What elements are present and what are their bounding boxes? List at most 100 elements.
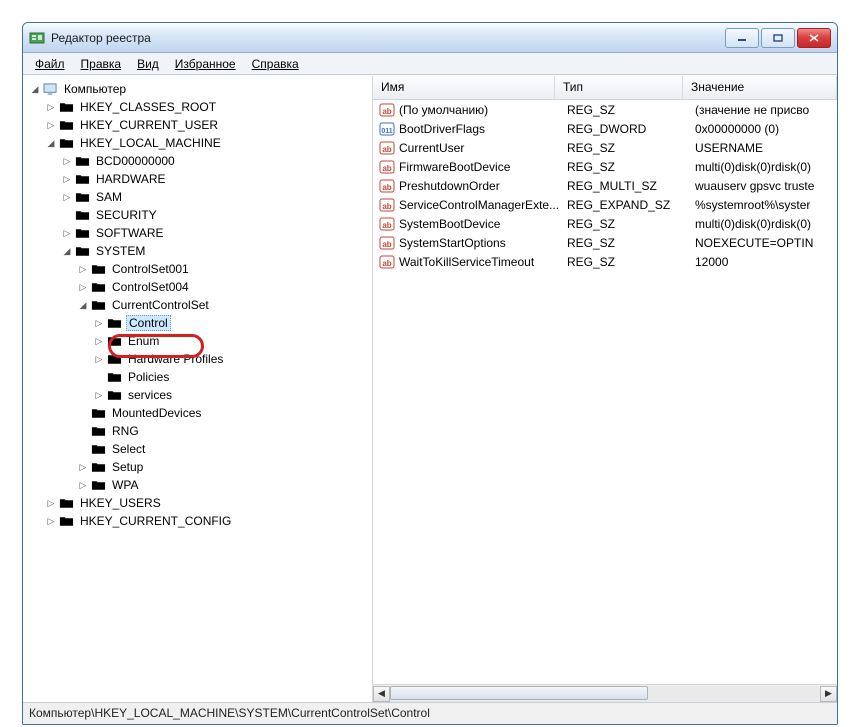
tree-cs004[interactable]: ▷ControlSet004	[77, 278, 372, 296]
expand-icon[interactable]: ▷	[93, 389, 105, 401]
expand-icon[interactable]: ▷	[45, 101, 57, 113]
value-type: REG_EXPAND_SZ	[567, 198, 695, 212]
tree-pane[interactable]: ◢Компьютер ▷HKEY_CLASSES_ROOT ▷HKEY_CURR…	[23, 76, 373, 702]
svg-text:ab: ab	[382, 145, 391, 154]
folder-icon	[106, 334, 122, 348]
tree-hardware[interactable]: ▷HARDWARE	[61, 170, 372, 188]
tree-control[interactable]: ▷Control	[93, 314, 372, 332]
value-row[interactable]: abFirmwareBootDeviceREG_SZmulti(0)disk(0…	[373, 157, 837, 176]
value-list[interactable]: ab (По умолчанию) REG_SZ (значение не присв…	[373, 100, 837, 684]
list-pane: Имя Тип Значение ab (По умолчанию) REG_SZ (…	[373, 76, 837, 702]
folder-icon	[90, 460, 106, 474]
tree-hwprof[interactable]: ▷Hardware Profiles	[93, 350, 372, 368]
expand-icon[interactable]: ▷	[61, 191, 73, 203]
col-value[interactable]: Значение	[683, 76, 837, 99]
value-row[interactable]: abSystemBootDeviceREG_SZmulti(0)disk(0)r…	[373, 214, 837, 233]
folder-icon	[90, 280, 106, 294]
value-row[interactable]: abCurrentUserREG_SZUSERNAME	[373, 138, 837, 157]
tree-hkcc[interactable]: ▷HKEY_CURRENT_CONFIG	[45, 512, 372, 530]
value-name: CurrentUser	[399, 141, 567, 155]
folder-icon	[106, 388, 122, 402]
expand-icon[interactable]: ▷	[93, 335, 105, 347]
folder-icon	[90, 262, 106, 276]
tree-hkcr[interactable]: ▷HKEY_CLASSES_ROOT	[45, 98, 372, 116]
folder-icon	[74, 172, 90, 186]
tree-services[interactable]: ▷services	[93, 386, 372, 404]
value-name: (По умолчанию)	[399, 103, 567, 117]
svg-text:ab: ab	[382, 164, 391, 173]
tree-mounted[interactable]: MountedDevices	[77, 404, 372, 422]
value-row[interactable]: abPreshutdownOrderREG_MULTI_SZwuauserv g…	[373, 176, 837, 195]
value-type: REG_SZ	[567, 141, 695, 155]
collapse-icon[interactable]: ◢	[77, 299, 89, 311]
scroll-right-icon[interactable]: ▶	[820, 686, 837, 702]
folder-icon	[58, 514, 74, 528]
tree-wpa[interactable]: ▷WPA	[77, 476, 372, 494]
value-type: REG_SZ	[567, 255, 695, 269]
col-type[interactable]: Тип	[555, 76, 683, 99]
tree-hku[interactable]: ▷HKEY_USERS	[45, 494, 372, 512]
tree-policies[interactable]: Policies	[93, 368, 372, 386]
tree-hkcu[interactable]: ▷HKEY_CURRENT_USER	[45, 116, 372, 134]
value-name: SystemStartOptions	[399, 236, 567, 250]
tree-root[interactable]: ◢Компьютер	[29, 80, 372, 98]
value-row[interactable]: abServiceControlManagerExte...REG_EXPAND…	[373, 195, 837, 214]
string-icon: ab	[379, 235, 395, 251]
expand-icon[interactable]: ▷	[61, 173, 73, 185]
expand-icon[interactable]: ▷	[93, 353, 105, 365]
client-area: ◢Компьютер ▷HKEY_CLASSES_ROOT ▷HKEY_CURR…	[23, 75, 837, 702]
scroll-thumb[interactable]	[390, 686, 648, 700]
expand-icon[interactable]: ▷	[93, 317, 105, 329]
value-row[interactable]: ab(По умолчанию)REG_SZ(значение не присв…	[373, 100, 837, 119]
tree-rng[interactable]: RNG	[77, 422, 372, 440]
value-row[interactable]: 011BootDriverFlagsREG_DWORD0x00000000 (0…	[373, 119, 837, 138]
menu-favorites[interactable]: Избранное	[167, 55, 244, 73]
value-row[interactable]: abWaitToKillServiceTimeoutREG_SZ12000	[373, 252, 837, 271]
collapse-icon[interactable]: ◢	[29, 83, 41, 95]
titlebar[interactable]: Редактор реестра	[23, 23, 837, 53]
tree-system[interactable]: ◢SYSTEM	[61, 242, 372, 260]
value-name: BootDriverFlags	[399, 122, 567, 136]
value-data: multi(0)disk(0)rdisk(0)	[695, 160, 837, 174]
expand-icon[interactable]: ▷	[77, 461, 89, 473]
collapse-icon[interactable]: ◢	[45, 137, 57, 149]
expand-icon[interactable]: ▷	[45, 515, 57, 527]
menu-edit[interactable]: Правка	[73, 55, 130, 73]
value-data: (значение не присво	[695, 103, 837, 117]
expand-icon[interactable]: ▷	[77, 479, 89, 491]
maximize-button[interactable]	[761, 28, 795, 48]
menu-file[interactable]: Файл	[27, 55, 73, 73]
collapse-icon[interactable]: ◢	[61, 245, 73, 257]
tree-hklm[interactable]: ◢HKEY_LOCAL_MACHINE	[45, 134, 372, 152]
tree-software[interactable]: ▷SOFTWARE	[61, 224, 372, 242]
expand-icon[interactable]: ▷	[45, 497, 57, 509]
tree-select[interactable]: Select	[77, 440, 372, 458]
folder-icon	[58, 118, 74, 132]
col-name[interactable]: Имя	[373, 76, 555, 99]
horizontal-scrollbar[interactable]: ◀ ▶	[373, 684, 837, 702]
menubar: Файл Правка Вид Избранное Справка	[23, 53, 837, 75]
folder-icon	[58, 100, 74, 114]
value-row[interactable]: abSystemStartOptionsREG_SZ NOEXECUTE=OPT…	[373, 233, 837, 252]
menu-help[interactable]: Справка	[244, 55, 307, 73]
svg-text:ab: ab	[382, 107, 391, 116]
close-button[interactable]	[797, 28, 831, 48]
tree-setup[interactable]: ▷Setup	[77, 458, 372, 476]
scroll-left-icon[interactable]: ◀	[373, 686, 390, 702]
expand-icon[interactable]: ▷	[77, 281, 89, 293]
expand-icon[interactable]: ▷	[61, 227, 73, 239]
expand-icon[interactable]: ▷	[77, 263, 89, 275]
tree-cs001[interactable]: ▷ControlSet001	[77, 260, 372, 278]
value-type: REG_DWORD	[567, 122, 695, 136]
tree-bcd[interactable]: ▷BCD00000000	[61, 152, 372, 170]
tree-ccs[interactable]: ◢CurrentControlSet	[77, 296, 372, 314]
scroll-track[interactable]	[390, 686, 820, 702]
folder-icon	[74, 190, 90, 204]
expand-icon[interactable]: ▷	[45, 119, 57, 131]
tree-sam[interactable]: ▷SAM	[61, 188, 372, 206]
menu-view[interactable]: Вид	[129, 55, 167, 73]
tree-security[interactable]: SECURITY	[61, 206, 372, 224]
tree-enum[interactable]: ▷Enum	[93, 332, 372, 350]
minimize-button[interactable]	[725, 28, 759, 48]
expand-icon[interactable]: ▷	[61, 155, 73, 167]
